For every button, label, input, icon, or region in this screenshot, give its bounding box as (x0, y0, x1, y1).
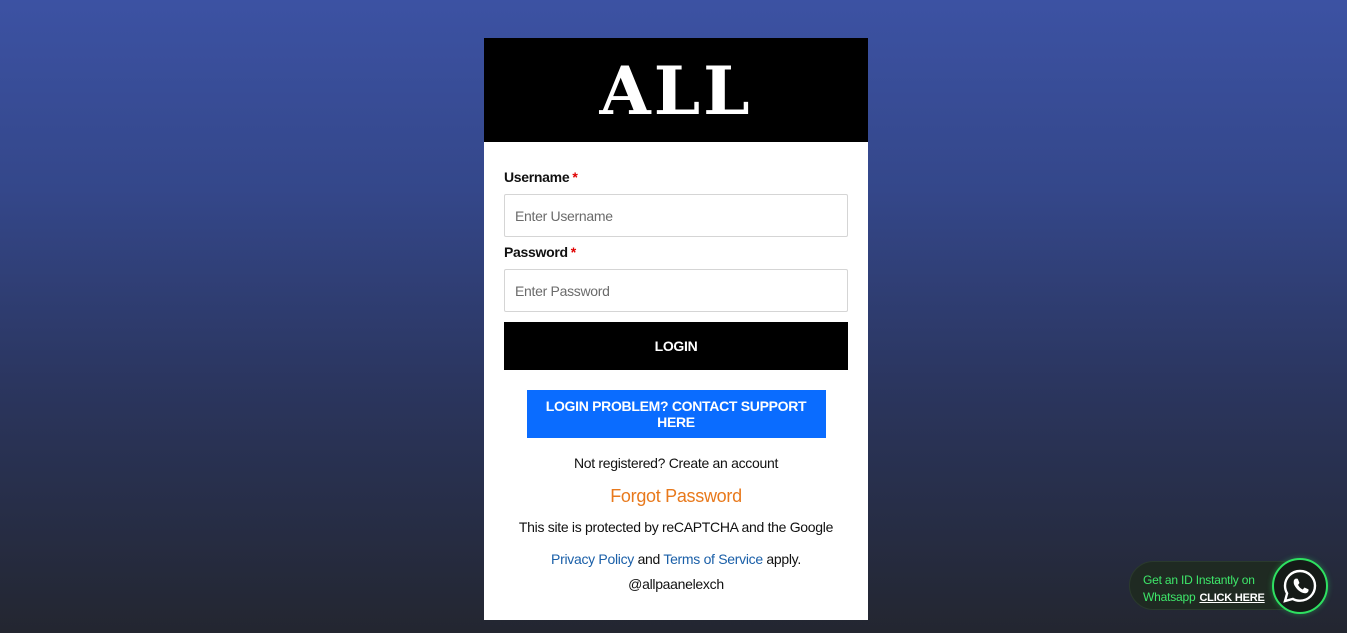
whatsapp-line2: Whatsapp (1143, 590, 1196, 604)
privacy-policy-link[interactable]: Privacy Policy (551, 551, 634, 567)
register-link-row: Not registered? Create an account (504, 454, 848, 472)
login-form: Username* Password* LOGIN LOGIN PROBLEM?… (484, 168, 868, 592)
whatsapp-click-here[interactable]: CLICK HERE (1199, 592, 1264, 604)
whatsapp-text: Get an ID Instantly on Whatsapp CLICK HER… (1143, 572, 1265, 607)
whatsapp-icon[interactable] (1272, 558, 1328, 614)
whatsapp-glyph (1283, 569, 1317, 603)
recaptcha-prefix: This site is protected by reCAPTCHA and … (518, 519, 834, 535)
recaptcha-middle: and (633, 551, 664, 567)
password-label: Password * (504, 243, 848, 261)
whatsapp-line1: Get an ID Instantly on (1143, 573, 1255, 587)
whatsapp-line2-row: Whatsapp CLICK HERE (1143, 589, 1265, 607)
login-card: ALL Username* Password* LOGIN LOGIN PROB… (484, 38, 868, 620)
username-label: Username * (504, 168, 848, 186)
login-button[interactable]: LOGIN (504, 322, 848, 370)
social-handle: @allpaanelexch (628, 576, 724, 592)
logo-header: ALL (484, 38, 868, 142)
password-label-text: Password (504, 244, 568, 260)
recaptcha-suffix: apply. (762, 551, 801, 567)
username-label-text: Username (504, 169, 570, 185)
contact-support-button[interactable]: LOGIN PROBLEM? CONTACT SUPPORT HERE (526, 390, 826, 438)
username-input[interactable] (504, 194, 848, 237)
recaptcha-notice: This site is protected by reCAPTCHA and … (504, 511, 848, 575)
create-account-link[interactable]: Not registered? Create an account (574, 455, 778, 471)
required-mark: * (570, 244, 576, 260)
terms-of-service-link[interactable]: Terms of Service (663, 551, 763, 567)
site-logo: ALL (599, 52, 753, 130)
required-mark: * (572, 169, 578, 185)
password-input[interactable] (504, 269, 848, 312)
whatsapp-widget[interactable]: Get an ID Instantly on Whatsapp CLICK HER… (1129, 558, 1328, 614)
forgot-password-link[interactable]: Forgot Password (504, 485, 848, 507)
